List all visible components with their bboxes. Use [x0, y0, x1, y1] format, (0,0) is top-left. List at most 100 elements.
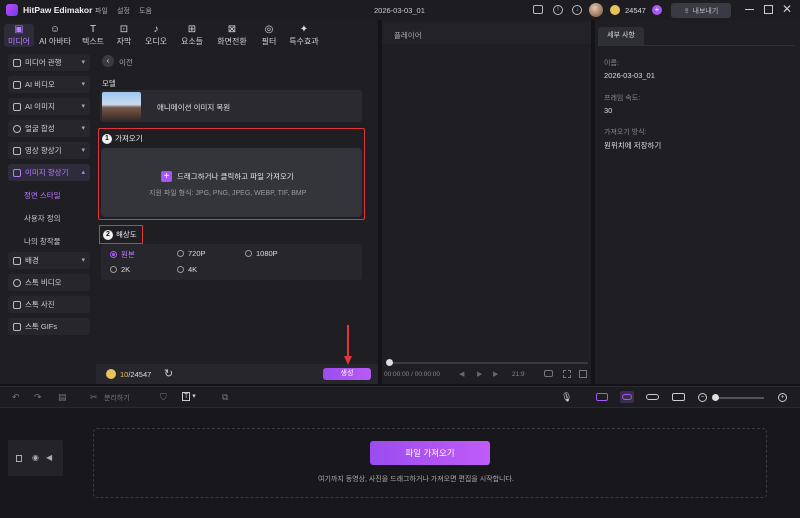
chevron-down-icon: ▾	[81, 103, 85, 110]
fullscreen-icon[interactable]	[563, 370, 571, 378]
avatar[interactable]	[589, 3, 603, 17]
player-progress[interactable]	[388, 362, 588, 364]
speaker-icon[interactable]: ◀	[46, 453, 52, 462]
scissors-icon[interactable]: ✂	[90, 392, 98, 403]
sidebar-sub-item-my-creations[interactable]: 나의 창작물	[24, 236, 61, 247]
zoom-slider[interactable]	[714, 397, 764, 399]
menu-help[interactable]: 도움	[139, 6, 152, 16]
menu-settings[interactable]: 설정	[117, 6, 130, 16]
resolution-2k[interactable]: 2K	[110, 265, 130, 274]
timeline-import-button[interactable]: 파일 가져오기	[370, 441, 490, 465]
sidebar-item-label: 스톡 사진	[25, 300, 55, 309]
tab-effects[interactable]: ✦ 특수효과	[284, 24, 324, 47]
zoom-slider-handle[interactable]	[712, 394, 719, 401]
delete-icon[interactable]: ▤	[58, 392, 67, 403]
close-icon[interactable]: ✕	[782, 2, 792, 16]
tab-elements[interactable]: ⊞ 요소들	[174, 24, 210, 47]
chevron-up-icon: ▴	[81, 169, 85, 176]
zoom-in-icon[interactable]: +	[778, 393, 787, 402]
sidebar-item-stock-gifs[interactable]: 스톡 GIFs	[8, 318, 90, 335]
face-icon	[13, 124, 21, 133]
tab-label: 자막	[116, 36, 132, 46]
folder-icon: ▣	[14, 23, 24, 35]
sidebar-item-stock-video[interactable]: 스톡 비디오	[8, 274, 90, 291]
resolution-1080p[interactable]: 1080P	[245, 249, 278, 258]
sidebar-sub-item-custom[interactable]: 사용자 정의	[24, 213, 61, 224]
generate-label: 생성	[340, 370, 354, 377]
chevron-down-icon: ▾	[81, 147, 85, 154]
effects-icon: ✦	[299, 23, 309, 35]
generate-button[interactable]: 생성	[323, 368, 371, 380]
resolution-label: 1080P	[256, 249, 278, 258]
download-icon[interactable]: ↓	[572, 5, 582, 15]
model-card[interactable]: 애니메이션 이미지 복원	[100, 90, 362, 122]
crop-icon[interactable]: ⧉	[222, 392, 228, 403]
tab-transition[interactable]: ⊠ 화면전환	[210, 24, 254, 47]
magnet-icon[interactable]	[596, 393, 608, 401]
shield-icon[interactable]: ⛉	[160, 392, 167, 403]
tab-details[interactable]: 세부 사항	[598, 27, 644, 45]
export-button[interactable]: ⇪ 내보내기	[671, 3, 731, 18]
sidebar-item-ai-image[interactable]: AI 이미지 ▾	[8, 98, 90, 115]
text-template-button[interactable]: T ▾	[182, 392, 200, 402]
prev-frame-icon[interactable]: ◀	[459, 370, 464, 378]
import-text: 드래그하거나 클릭하고 파일 가져오기	[177, 172, 294, 181]
undo-icon[interactable]: ↶	[12, 392, 20, 403]
sidebar-item-stock-photo[interactable]: 스톡 사진	[8, 296, 90, 313]
resolution-4k[interactable]: 4K	[177, 265, 197, 274]
export-label: 내보내기	[692, 7, 719, 15]
sidebar-item-face-swap[interactable]: 얼굴 합성 ▾	[8, 120, 90, 137]
expand-icon[interactable]	[579, 370, 587, 378]
snapshot-icon[interactable]	[544, 370, 553, 377]
menu-file[interactable]: 파일	[95, 6, 108, 16]
sidebar-item-media-library[interactable]: 미디어 관행 ▾	[8, 54, 90, 71]
app-logo	[6, 4, 18, 16]
redo-icon[interactable]: ↷	[34, 392, 42, 403]
minimize-icon[interactable]	[745, 9, 754, 10]
tab-ai-avatar[interactable]: ☺ AI 아바타	[34, 24, 76, 47]
import-mode-value: 원위치에 저장하기	[604, 141, 662, 150]
film-icon[interactable]	[16, 455, 22, 462]
chain-icon[interactable]	[646, 394, 659, 400]
add-credits-button[interactable]: +	[652, 5, 662, 15]
import-dropzone[interactable]: + 드래그하거나 클릭하고 파일 가져오기 지원 파일 형식: JPG, PNG…	[101, 148, 362, 217]
refresh-icon[interactable]: ↻	[164, 367, 173, 380]
maximize-icon[interactable]	[764, 5, 773, 14]
microphone-icon[interactable]: 🎙	[561, 392, 572, 403]
sidebar-item-video-enhancer[interactable]: 영상 향상기 ▾	[8, 142, 90, 159]
tab-label: 텍스트	[81, 36, 105, 46]
info-icon[interactable]: !	[553, 5, 563, 15]
resolution-label: 2K	[121, 265, 131, 274]
fit-icon[interactable]	[672, 393, 685, 401]
model-label: 모델	[102, 79, 116, 88]
next-frame-icon[interactable]: ▶	[493, 370, 498, 378]
subtitle-icon: ⊡	[119, 23, 129, 35]
sidebar-sub-item-front-style[interactable]: 정면 스타일	[24, 190, 61, 201]
avatar-icon: ☺	[49, 23, 61, 35]
sidebar-item-background[interactable]: 배경 ▾	[8, 252, 90, 269]
zoom-out-icon[interactable]: −	[698, 393, 707, 402]
sidebar-item-label: 얼굴 합성	[25, 124, 55, 133]
sidebar-item-ai-video[interactable]: AI 비디오 ▾	[8, 76, 90, 93]
tab-text[interactable]: T 텍스트	[76, 24, 110, 47]
resolution-original[interactable]: 원본	[110, 249, 135, 260]
tab-label: 화면전환	[217, 36, 247, 46]
player-progress-handle[interactable]	[386, 359, 393, 366]
split-label[interactable]: 분리하기	[104, 393, 130, 403]
layout-icon[interactable]	[533, 5, 543, 14]
tab-audio[interactable]: ♪ 오디오	[138, 24, 174, 47]
tab-filter[interactable]: ◎ 필터	[254, 24, 284, 47]
resolution-720p[interactable]: 720P	[177, 249, 206, 258]
tab-media[interactable]: ▣ 미디어	[4, 23, 34, 47]
eye-icon[interactable]: ◉	[32, 453, 39, 462]
tab-subtitle[interactable]: ⊡ 자막	[110, 24, 138, 47]
back-button[interactable]: ‹	[102, 55, 114, 67]
category-tabs: ▣ 미디어 ☺ AI 아바타 T 텍스트 ⊡ 자막 ♪ 오디오 ⊞ 요소들 ⊠ 화면전환 ◎ 필…	[4, 23, 324, 47]
aspect-ratio[interactable]: 21:9	[512, 371, 525, 378]
play-icon[interactable]: ▶	[477, 370, 482, 378]
name-label: 이름:	[604, 60, 619, 67]
link-icon[interactable]	[620, 391, 634, 403]
arrow-annotation	[344, 325, 352, 365]
sidebar-item-image-enhancer[interactable]: 이미지 향상기 ▴	[8, 164, 90, 181]
import-row: + 드래그하거나 클릭하고 파일 가져오기	[161, 171, 294, 182]
